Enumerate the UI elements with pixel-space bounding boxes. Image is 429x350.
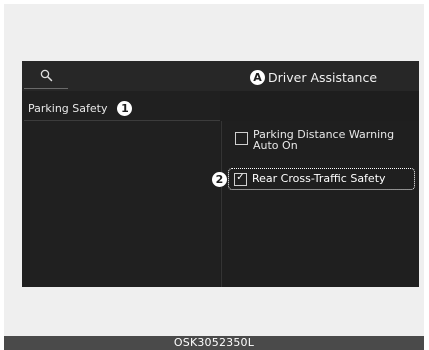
figure-frame: A Driver Assistance Parking Safety 1 Par… <box>4 4 424 336</box>
sidebar-item-label: Parking Safety <box>28 101 108 115</box>
option-label: Rear Cross-Traffic Safety <box>252 172 386 185</box>
callout-marker-2: 2 <box>212 172 227 187</box>
figure-caption-bar: OSK3052350L <box>4 336 424 350</box>
checkbox-unchecked[interactable] <box>235 132 248 145</box>
checkmark-icon: ✓ <box>236 172 245 183</box>
search-button[interactable] <box>24 64 68 89</box>
checkbox-checked[interactable]: ✓ <box>234 172 247 186</box>
option-parking-distance-warning[interactable]: Parking Distance Warning Auto On <box>232 129 417 157</box>
search-icon <box>40 69 53 82</box>
callout-marker-1: 1 <box>117 100 133 116</box>
infotainment-screen: A Driver Assistance Parking Safety 1 Par… <box>22 61 419 287</box>
figure-caption: OSK3052350L <box>173 336 255 349</box>
page-title: A Driver Assistance <box>250 67 377 87</box>
page-title-text: Driver Assistance <box>268 69 378 85</box>
callout-marker-a: A <box>250 69 265 85</box>
sidebar-item-parking-safety[interactable]: Parking Safety 1 <box>24 96 220 121</box>
option-label: Parking Distance Warning Auto On <box>253 129 418 151</box>
option-label-line2: Auto On <box>253 139 298 152</box>
option-rear-cross-traffic-safety[interactable]: ✓ Rear Cross-Traffic Safety <box>228 168 415 190</box>
